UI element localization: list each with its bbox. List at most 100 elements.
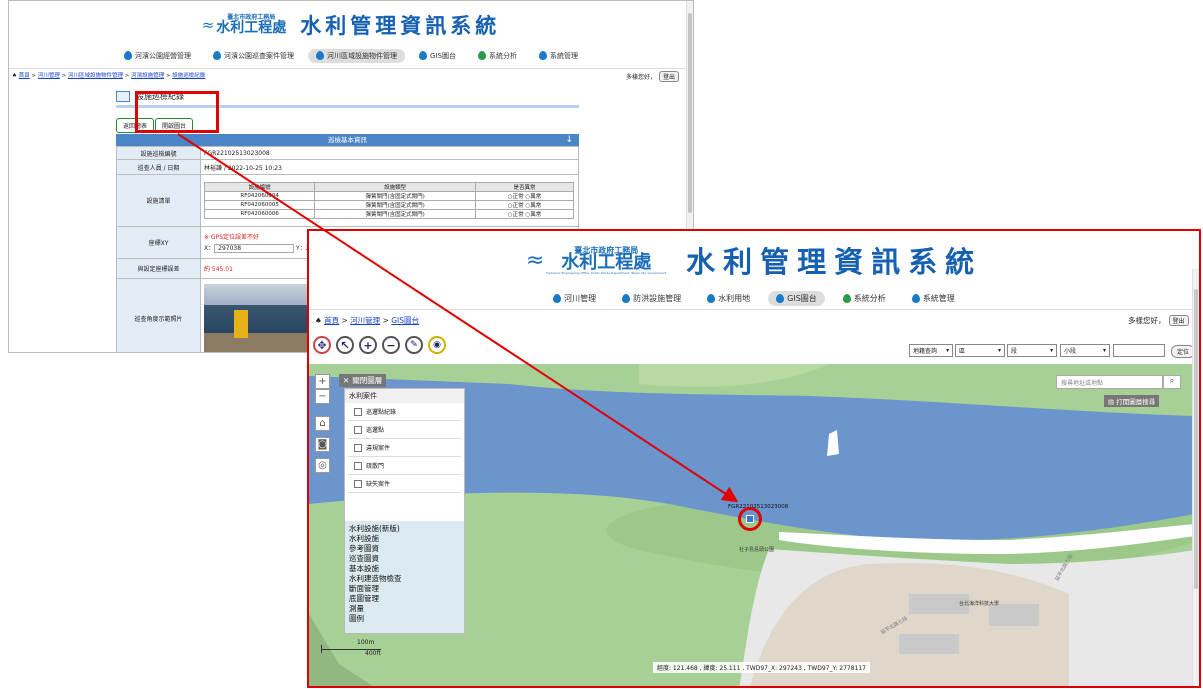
breadcrumb-home[interactable]: 首頁 [324,316,339,325]
water-drop-icon [213,51,222,60]
category-item[interactable]: 底圖管理 [345,594,464,604]
section-header: 巡檢基本資訊 ↓ [116,134,579,146]
wave-logo-icon: ≈ [525,247,545,273]
nav-item-park-inspection[interactable]: 河濱公園巡查案件管理 [205,49,302,63]
open-layer-search-button[interactable]: ▤ 打開圖層搜尋 [1104,395,1160,407]
layer-patrol-point[interactable]: 巡邏點 [348,421,461,439]
system-title: 水利管理資訊系統 [686,245,983,279]
layer-violation[interactable]: 違規案件 [348,439,461,457]
nav-item-flood[interactable]: 防洪設施管理 [614,291,689,306]
nav-item-system[interactable]: 系統管理 [531,49,586,63]
scrollbar[interactable] [1192,269,1199,686]
breadcrumb-river[interactable]: 河川管理 [350,316,380,325]
agency-logo: ≈ 臺北市政府工務局 水利工程處 Hydraulic Engineering O… [526,246,666,275]
close-layers-button[interactable]: ✕ 關閉圖層 [339,374,387,387]
inspection-photo [204,283,308,352]
chevron-down-icon: ▾ [1049,347,1053,354]
water-drop-icon [911,293,920,303]
category-item[interactable]: 圖例 [345,614,464,624]
pan-tool-icon[interactable]: ✥ [313,336,331,354]
map-zoom-out-icon[interactable]: − [315,389,330,404]
chevron-down-icon: ▾ [945,347,949,354]
inspection-point-icon[interactable] [746,515,754,523]
locate-icon[interactable]: ◎ [315,458,330,473]
breadcrumb-home[interactable]: 首頁 [19,73,30,79]
layer-group-title: 水利案件 [345,389,464,403]
search-icon[interactable]: ⌕ [1163,375,1181,389]
app-header: ≈ 臺北市政府工務局 水利工程處 水利管理資訊系統 [9,7,693,43]
nav-item-analysis[interactable]: 系統分析 [835,291,894,306]
section-select[interactable]: 段 ▾ [1007,344,1057,357]
nav-item-system[interactable]: 系統管理 [904,291,963,306]
logout-button[interactable]: 登出 [659,71,680,82]
parcel-number-input[interactable] [1113,344,1165,357]
clear-tool-icon[interactable]: ✎ [405,336,423,354]
layer-patrol-record[interactable]: 巡邏點紀錄 [348,403,461,421]
app-header: ≈ 臺北市政府工務局 水利工程處 Hydraulic Engineering O… [309,238,1199,282]
breadcrumb-riverside[interactable]: 河濱設施管理 [131,73,164,79]
cadastral-select[interactable]: 地籍查詢 ▾ [909,344,953,357]
category-item[interactable]: 水利設施(新版) [345,524,464,534]
coordinate-readout: 經度: 121.468 , 緯度: 25.111 , TWD97_X: 2972… [653,662,870,673]
subsection-select[interactable]: 小段 ▾ [1060,344,1110,357]
layer-evacuation-gate[interactable]: 疏散門 [348,457,461,475]
agency-logo: ≈ 臺北市政府工務局 水利工程處 [202,15,287,36]
checkbox[interactable] [354,443,362,452]
breadcrumb-facility[interactable]: 河川區域設施物件管理 [68,73,123,79]
nav-item-river[interactable]: 河川管理 [545,291,604,306]
breadcrumb-river[interactable]: 河川管理 [38,73,60,79]
map-search-input[interactable]: 搜尋地址或地點 [1056,375,1163,389]
category-item[interactable]: 巡查圖資 [345,554,464,564]
zoom-in-icon[interactable]: + [359,336,377,354]
breadcrumb: ♠ 首頁 > 河川管理 > 河川區域設施物件管理 > 河濱設施管理 > 設施巡檢… [12,73,206,79]
map-label-school: 台北海洋科技大學 [959,601,1000,607]
home-icon: ♠ [315,316,322,325]
layer-defect[interactable]: 缺失案件 [348,475,461,493]
water-drop-icon [419,51,428,60]
category-item[interactable]: 水利建造物檢查 [345,574,464,584]
nav-item-analysis[interactable]: 系統分析 [470,49,525,63]
breadcrumb-gis[interactable]: GIS圖台 [391,316,419,325]
view-eye-icon[interactable]: ◉ [428,336,446,354]
breadcrumb-record[interactable]: 設施巡檢紀錄 [172,73,205,79]
chevron-down-icon: ▾ [1102,347,1106,354]
category-item[interactable]: 水利設施 [345,534,464,544]
table-row: RF042060005 彈簧閘門(含固定式閘門) ○正常 ○異常 [203,200,574,210]
district-select[interactable]: 區 ▾ [955,344,1005,357]
home-view-icon[interactable]: ⌂ [315,416,330,431]
category-item[interactable]: 參考圖資 [345,544,464,554]
water-drop-icon [776,293,785,303]
breadcrumb: ♠ 首頁 > 河川管理 > GIS圖台 [315,316,420,325]
checkbox[interactable] [354,425,362,434]
chevron-down-icon: ▾ [997,347,1001,354]
map-zoom-in-icon[interactable]: + [315,374,330,389]
agency-english-name: Hydraulic Engineering Office, Public Wor… [546,270,667,275]
gis-window: ≈ 臺北市政府工務局 水利工程處 Hydraulic Engineering O… [307,229,1201,688]
x-coordinate-field[interactable]: 297038 [214,244,295,253]
marker-label: FGR22102513023008 [728,504,789,510]
nav-item-park-operation[interactable]: 河濱公園經營管理 [116,49,199,63]
nav-item-river-facility[interactable]: 河川區域設施物件管理 [308,48,406,63]
category-item[interactable]: 測量 [345,604,464,614]
zoom-out-icon[interactable]: − [382,336,400,354]
water-drop-icon [316,51,325,60]
logout-button[interactable]: 登出 [1168,315,1189,326]
nav-item-gis[interactable]: GIS圖台 [411,49,464,63]
water-drop-icon [707,293,716,303]
main-nav: 河川管理 防洪設施管理 水利用地 GIS圖台 系統分析 系統管理 [309,290,1199,306]
collapse-arrow-icon[interactable]: ↓ [565,134,573,146]
nav-item-gis[interactable]: GIS圖台 [768,290,825,306]
category-item[interactable]: 斷面管理 [345,584,464,594]
main-nav: 河濱公園經營管理 河濱公園巡查案件管理 河川區域設施物件管理 GIS圖台 系統分… [9,48,693,63]
checkbox[interactable] [354,479,362,488]
checkbox[interactable] [354,461,362,470]
select-arrow-icon[interactable]: ↖ [336,336,354,354]
water-drop-icon [622,293,631,303]
checkbox[interactable] [354,407,362,416]
nav-item-land[interactable]: 水利用地 [699,291,758,306]
water-drop-icon [124,51,133,60]
record-icon [116,91,130,102]
category-item[interactable]: 基本設施 [345,564,464,574]
system-title: 水利管理資訊系統 [300,14,501,38]
camera-icon[interactable]: ◙ [315,437,330,452]
